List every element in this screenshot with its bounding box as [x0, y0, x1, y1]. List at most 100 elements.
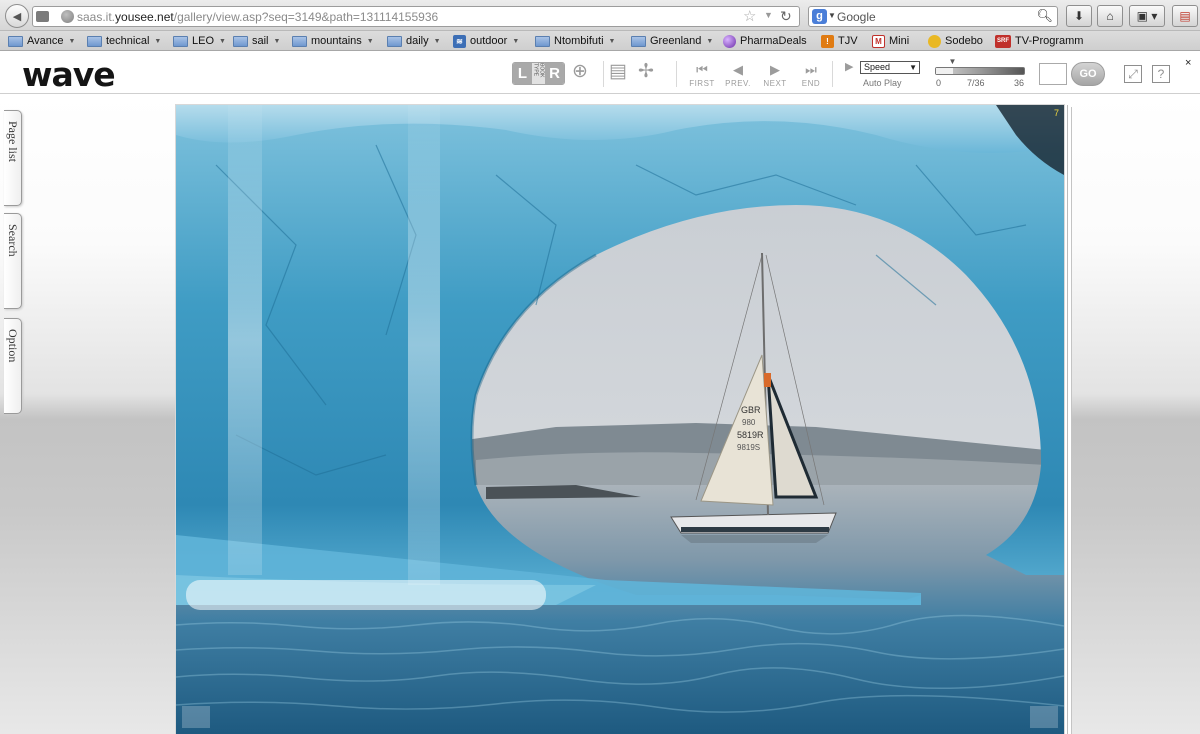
folder-icon [631, 35, 646, 47]
folder-icon [233, 35, 248, 47]
slider-current-label: 7/36 [967, 78, 985, 88]
slider-min-label: 0 [936, 78, 942, 88]
sun-favicon [928, 34, 941, 48]
bookmark-leo[interactable]: LEO ▼ [173, 33, 226, 49]
bookmark-technical[interactable]: technical ▼ [87, 33, 161, 49]
extension-icon: ▤ [1179, 9, 1191, 23]
download-icon: ⬇ [1073, 9, 1085, 23]
search-icon[interactable]: 🔍︎ [1036, 8, 1053, 24]
chevron-down-icon: ▼ [68, 37, 76, 45]
fullscreen-icon[interactable]: ⤢ [1124, 65, 1142, 83]
folder-icon [535, 35, 550, 47]
slider-handle-icon[interactable]: ▼ [949, 57, 957, 66]
skip-first-icon: ⏮ [696, 62, 708, 77]
chevron-down-icon: ▼ [366, 37, 374, 45]
tab-search[interactable]: Search [4, 213, 22, 309]
toolbar-separator [832, 61, 833, 87]
bookmarks-star-icon: ▣ ▾ [1136, 9, 1158, 23]
first-page-button[interactable]: ⏮ FIRST [688, 62, 716, 89]
wave-logo: wave [22, 55, 116, 94]
auto-play-label: Auto Play [863, 78, 902, 88]
url-text[interactable]: saas.it.yousee.net/gallery/view.asp?seq=… [77, 10, 438, 24]
page-slider[interactable] [935, 67, 1025, 75]
chevron-down-icon: ▼ [909, 63, 917, 72]
pointer-tool-icon[interactable]: ✢ [638, 60, 654, 83]
bookmark-outdoor[interactable]: ≋ outdoor ▼ [453, 33, 519, 49]
book-type-toggle[interactable]: L BOOK TYPE R [512, 62, 565, 85]
chevron-down-icon: ▼ [154, 37, 162, 45]
book-left-button[interactable]: L [513, 63, 532, 84]
google-icon[interactable]: g [812, 9, 827, 24]
prev-page-button[interactable]: ◀ PREV. [724, 62, 752, 89]
iceberg-sailboat-image: GBR 980 5819R 9819S [176, 105, 1064, 734]
next-arrow-icon: ▶ [770, 62, 780, 77]
skip-last-icon: ⏭ [805, 62, 817, 77]
end-page-button[interactable]: ⏭ END [797, 62, 825, 89]
gallery-photo[interactable]: GBR 980 5819R 9819S [176, 105, 1064, 734]
svg-text:5819R: 5819R [737, 430, 764, 440]
bookmark-tjv[interactable]: ! TJV [821, 33, 858, 49]
bookmark-mountains[interactable]: mountains ▼ [292, 33, 374, 49]
bookmark-daily[interactable]: daily ▼ [387, 33, 441, 49]
page-number-input[interactable] [1039, 63, 1067, 85]
search-engine-dropdown-icon[interactable]: ▼ [828, 11, 836, 20]
page-corner-prev[interactable] [182, 706, 210, 728]
svg-text:GBR: GBR [741, 405, 761, 415]
close-icon[interactable]: × [1185, 57, 1191, 69]
folder-icon [173, 35, 188, 47]
folder-icon [87, 35, 102, 47]
folder-icon [387, 35, 402, 47]
bookmark-sodebo[interactable]: Sodebo [928, 33, 983, 49]
back-arrow-icon: ◀ [12, 10, 22, 23]
bookmark-mini[interactable]: M Mini [872, 33, 909, 49]
home-button[interactable]: ⌂ [1097, 5, 1123, 27]
globe-icon [61, 10, 74, 23]
bookmark-sail[interactable]: sail ▼ [233, 33, 280, 49]
srf-favicon: SRF [995, 34, 1011, 48]
bookmark-pharmadeals[interactable]: PharmaDeals [723, 33, 807, 49]
svg-text:980: 980 [742, 418, 756, 427]
book-right-button[interactable]: R [545, 63, 564, 84]
bookmark-tv-programm[interactable]: SRF TV-Programm [995, 33, 1083, 49]
back-button[interactable]: ◀ [5, 4, 29, 28]
book-type-label: BOOK TYPE [532, 63, 545, 84]
url-bar[interactable]: saas.it.yousee.net/gallery/view.asp?seq=… [32, 6, 800, 27]
bookmark-greenland[interactable]: Greenland ▼ [631, 33, 713, 49]
orb-icon [723, 34, 736, 48]
prev-arrow-icon: ◀ [733, 62, 743, 77]
chevron-down-icon[interactable]: ▼ [764, 10, 773, 20]
play-icon[interactable]: ▶ [845, 60, 853, 73]
home-icon: ⌂ [1106, 9, 1114, 23]
chevron-down-icon: ▼ [512, 37, 520, 45]
chevron-down-icon: ▼ [433, 37, 441, 45]
tjv-favicon: ! [821, 34, 834, 48]
speed-select[interactable]: Speed ▼ [860, 61, 920, 74]
svg-text:9819S: 9819S [737, 443, 760, 452]
toolbar-separator [676, 61, 677, 87]
search-bar[interactable]: g ▼ Google 🔍︎ [808, 6, 1058, 27]
page-corner-next[interactable] [1030, 706, 1058, 728]
go-button[interactable]: GO [1071, 62, 1105, 86]
slider-fill [936, 68, 954, 74]
bookmark-avance[interactable]: Avance ▼ [8, 33, 75, 49]
site-grid-icon[interactable] [36, 11, 49, 22]
print-icon[interactable]: ▤ [609, 60, 627, 83]
rss-feed-icon: ≋ [453, 34, 466, 48]
slider-max-label: 36 [1014, 78, 1025, 88]
downloads-button[interactable]: ⬇ [1066, 5, 1092, 27]
chevron-down-icon: ▼ [608, 37, 616, 45]
extension-button[interactable]: ▤ [1172, 5, 1198, 27]
bookmark-ntombifuti[interactable]: Ntombifuti ▼ [535, 33, 615, 49]
tab-page-list[interactable]: Page list [4, 110, 22, 206]
reload-icon[interactable]: ↻ [780, 8, 792, 25]
chevron-down-icon: ▼ [219, 37, 226, 45]
help-button[interactable]: ? [1152, 65, 1170, 83]
bookmarks-menu-button[interactable]: ▣ ▾ [1129, 5, 1165, 27]
toolbar-separator [603, 61, 604, 87]
chevron-down-icon: ▼ [706, 37, 714, 45]
bookmark-star-icon[interactable]: ☆ [743, 7, 756, 25]
next-page-button[interactable]: ▶ NEXT [761, 62, 789, 89]
zoom-icon[interactable]: ⊕ [572, 60, 588, 83]
tab-option[interactable]: Option [4, 318, 22, 414]
search-input[interactable]: Google [837, 10, 876, 24]
